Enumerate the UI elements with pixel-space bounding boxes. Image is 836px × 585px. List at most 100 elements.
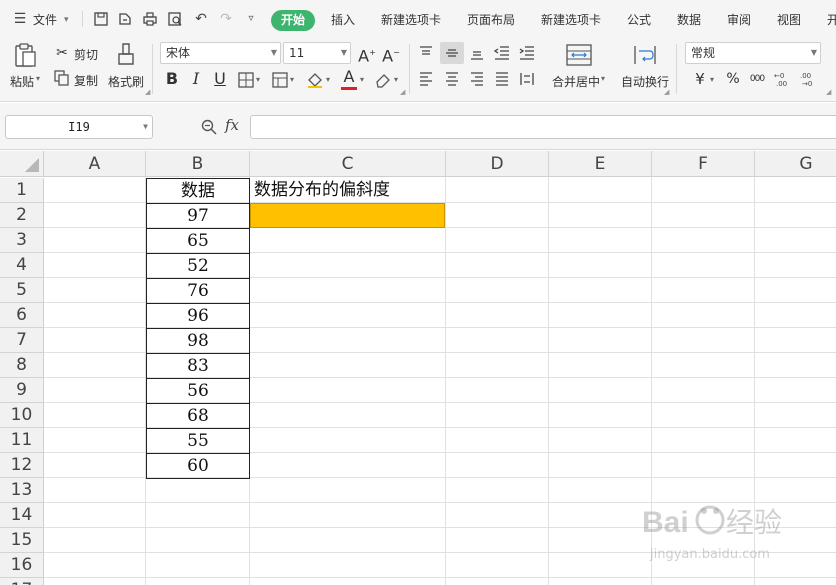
export-icon[interactable] xyxy=(117,11,133,27)
copy-icon[interactable] xyxy=(54,70,70,86)
cell-c1[interactable]: 数据分布的偏斜度 xyxy=(254,178,390,203)
column-header-c[interactable]: C xyxy=(250,151,446,177)
column-header-d[interactable]: D xyxy=(446,151,549,177)
italic-button[interactable]: I xyxy=(186,69,206,89)
increase-decimal-icon[interactable]: ←0.00 xyxy=(773,70,791,88)
number-format-select[interactable]: 常规 ▼ xyxy=(685,42,821,64)
select-all-corner[interactable] xyxy=(0,151,44,177)
align-left-icon[interactable] xyxy=(418,71,434,87)
cell-c2-highlighted[interactable] xyxy=(250,203,445,228)
row-header[interactable]: 14 xyxy=(0,503,44,528)
format-painter-button[interactable]: 格式刷 xyxy=(108,73,144,90)
copy-button[interactable]: 复制 xyxy=(74,72,98,89)
row-header[interactable]: 13 xyxy=(0,478,44,503)
function-icon[interactable]: fx xyxy=(225,116,239,134)
chevron-down-icon[interactable]: ▾ xyxy=(394,75,398,84)
align-middle-icon[interactable] xyxy=(444,45,460,61)
cell-b5[interactable]: 76 xyxy=(146,278,250,304)
cell-b4[interactable]: 52 xyxy=(146,253,250,279)
hamburger-menu-icon[interactable]: ☰ xyxy=(12,11,28,27)
row-header[interactable]: 7 xyxy=(0,328,44,353)
increase-indent-icon[interactable] xyxy=(518,45,536,61)
column-header-a[interactable]: A xyxy=(44,151,146,177)
row-header[interactable]: 6 xyxy=(0,303,44,328)
tab-formulas[interactable]: 公式 xyxy=(627,0,651,38)
row-header[interactable]: 5 xyxy=(0,278,44,303)
currency-button[interactable]: ¥ xyxy=(690,69,710,89)
tab-data[interactable]: 数据 xyxy=(677,0,701,38)
row-header[interactable]: 10 xyxy=(0,403,44,428)
column-header-f[interactable]: F xyxy=(652,151,755,177)
file-menu[interactable]: 文件 xyxy=(33,0,57,38)
tab-page-layout[interactable]: 页面布局 xyxy=(467,0,515,38)
tab-insert[interactable]: 插入 xyxy=(331,0,355,38)
cell-b7[interactable]: 98 xyxy=(146,328,250,354)
paste-icon[interactable] xyxy=(12,42,38,68)
tab-new-2[interactable]: 新建选项卡 xyxy=(541,0,601,38)
redo-icon[interactable]: ↷ xyxy=(218,11,234,27)
chevron-down-icon[interactable]: ▾ xyxy=(290,75,294,84)
row-header[interactable]: 15 xyxy=(0,528,44,553)
cell-b12[interactable]: 60 xyxy=(146,453,250,479)
formula-input[interactable] xyxy=(250,115,836,139)
bold-button[interactable]: B xyxy=(162,69,182,89)
row-header[interactable]: 11 xyxy=(0,428,44,453)
row-header[interactable]: 4 xyxy=(0,253,44,278)
thousands-separator-button[interactable]: 000 xyxy=(747,69,767,89)
chevron-down-icon[interactable]: ▾ xyxy=(601,74,605,83)
decrease-font-icon[interactable]: A− xyxy=(381,43,401,65)
cell-b1[interactable]: 数据 xyxy=(146,178,250,204)
group-expand-icon[interactable]: ◢ xyxy=(664,88,669,96)
spreadsheet-grid[interactable]: A B C D E F G 1234567891011121314151617 … xyxy=(0,151,836,585)
border-icon[interactable] xyxy=(238,72,254,88)
cut-button[interactable]: 剪切 xyxy=(74,46,98,63)
font-size-select[interactable]: 11 ▼ xyxy=(283,42,351,64)
undo-icon[interactable]: ↶ xyxy=(193,11,209,27)
name-box[interactable]: I19 ▼ xyxy=(5,115,153,139)
row-header[interactable]: 2 xyxy=(0,203,44,228)
merge-center-icon[interactable] xyxy=(566,43,592,67)
cell-style-icon[interactable] xyxy=(272,72,288,88)
cell-b3[interactable]: 65 xyxy=(146,228,250,254)
chevron-down-icon[interactable]: ▾ xyxy=(360,75,364,84)
percent-button[interactable]: % xyxy=(723,69,743,89)
row-header[interactable]: 8 xyxy=(0,353,44,378)
column-header-e[interactable]: E xyxy=(549,151,652,177)
column-header-b[interactable]: B xyxy=(146,151,250,177)
cell-b8[interactable]: 83 xyxy=(146,353,250,379)
column-header-g[interactable]: G xyxy=(755,151,836,177)
tab-home[interactable]: 开始 xyxy=(271,10,315,31)
row-header[interactable]: 1 xyxy=(0,178,44,203)
tab-view[interactable]: 视图 xyxy=(777,0,801,38)
customize-toolbar-icon[interactable]: ▿ xyxy=(243,11,259,27)
chevron-down-icon[interactable]: ▾ xyxy=(256,75,260,84)
scissors-icon[interactable]: ✂ xyxy=(52,43,72,63)
cell-b10[interactable]: 68 xyxy=(146,403,250,429)
save-icon[interactable] xyxy=(93,11,109,27)
cell-b9[interactable]: 56 xyxy=(146,378,250,404)
group-expand-icon[interactable]: ◢ xyxy=(400,88,405,96)
tab-new-1[interactable]: 新建选项卡 xyxy=(381,0,441,38)
cell-b6[interactable]: 96 xyxy=(146,303,250,329)
row-header[interactable]: 17 xyxy=(0,578,44,585)
justify-icon[interactable] xyxy=(494,71,510,87)
chevron-down-icon[interactable]: ▾ xyxy=(326,75,330,84)
row-header[interactable]: 9 xyxy=(0,378,44,403)
group-expand-icon[interactable]: ◢ xyxy=(826,88,831,96)
row-header[interactable]: 3 xyxy=(0,228,44,253)
increase-font-icon[interactable]: A+ xyxy=(357,43,377,65)
align-center-icon[interactable] xyxy=(444,71,460,87)
font-color-button[interactable]: A xyxy=(339,67,359,87)
decrease-decimal-icon[interactable]: .00→0 xyxy=(799,70,817,88)
tab-review[interactable]: 审阅 xyxy=(727,0,751,38)
zoom-icon[interactable] xyxy=(200,118,218,136)
align-right-icon[interactable] xyxy=(469,71,485,87)
cell-b2[interactable]: 97 xyxy=(146,203,250,229)
chevron-down-icon[interactable]: ▾ xyxy=(64,0,69,38)
wrap-text-button[interactable]: 自动换行 xyxy=(621,73,669,90)
format-painter-icon[interactable] xyxy=(115,42,137,68)
tab-more[interactable]: 开 xyxy=(827,0,836,38)
align-top-icon[interactable] xyxy=(418,45,434,61)
clear-format-icon[interactable] xyxy=(374,71,392,89)
chevron-down-icon[interactable]: ▾ xyxy=(36,74,40,83)
